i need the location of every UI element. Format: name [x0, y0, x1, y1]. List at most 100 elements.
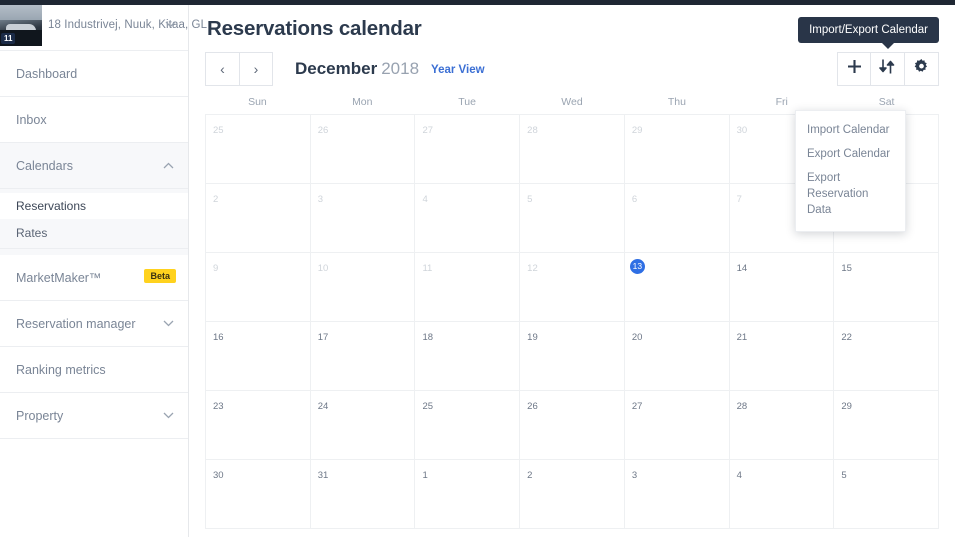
- sidebar-item-calendars[interactable]: Calendars: [0, 143, 188, 189]
- sidebar-item-ranking-metrics[interactable]: Ranking metrics: [0, 347, 188, 393]
- sidebar-item-reservation-manager[interactable]: Reservation manager: [0, 301, 188, 347]
- calendar-day-number: 25: [422, 401, 434, 412]
- calendar-settings-button[interactable]: [905, 52, 939, 86]
- import-export-calendar-button[interactable]: [871, 52, 905, 86]
- calendar-day-cell[interactable]: 1: [415, 460, 521, 529]
- chevron-down-icon: [165, 21, 176, 28]
- calendar-day-number: 11: [422, 263, 433, 274]
- calendar-day-cell[interactable]: 12: [520, 253, 625, 322]
- calendar-action-group: [837, 52, 939, 86]
- sidebar-item-rates[interactable]: Rates: [0, 219, 188, 249]
- sidebar-item-dashboard[interactable]: Dashboard: [0, 51, 188, 97]
- calendar-day-cell[interactable]: 27: [415, 115, 521, 184]
- calendar-day-cell[interactable]: 5: [834, 460, 940, 529]
- menu-item-export-reservation-data[interactable]: Export Reservation Data: [796, 166, 905, 222]
- calendar-day-number: 20: [631, 332, 643, 343]
- gear-icon: [914, 59, 929, 79]
- weekday-label: Thu: [667, 96, 686, 108]
- calendar-day-cell[interactable]: 25: [415, 391, 521, 460]
- calendar-day-cell[interactable]: 29: [834, 391, 940, 460]
- next-month-button[interactable]: ›: [239, 52, 273, 86]
- calendar-day-cell[interactable]: 11: [415, 253, 521, 322]
- calendar-day-number: 27: [422, 125, 434, 136]
- month-name: December: [295, 59, 378, 78]
- calendar-day-number: 5: [527, 194, 533, 205]
- calendar-day-number: 28: [736, 401, 748, 412]
- sidebar-item-property[interactable]: Property: [0, 393, 188, 439]
- calendar-day-cell[interactable]: 13: [624, 253, 730, 322]
- import-export-arrows-icon: [879, 59, 896, 79]
- calendar-day-number: 25: [213, 125, 224, 136]
- calendar-day-cell[interactable]: 19: [520, 322, 625, 391]
- calendar-day-cell[interactable]: 2: [520, 460, 625, 529]
- calendar-day-cell[interactable]: 28: [729, 391, 835, 460]
- calendar-day-cell[interactable]: 25: [206, 115, 311, 184]
- chevron-up-icon: [163, 162, 174, 169]
- calendar-day-number: 23: [213, 401, 224, 412]
- calendar-day-number: 30: [736, 125, 748, 136]
- sidebar-item-label: Reservation manager: [16, 316, 136, 331]
- calendar-day-cell[interactable]: 23: [206, 391, 311, 460]
- calendar-day-cell[interactable]: 24: [310, 391, 416, 460]
- calendar-day-cell[interactable]: 28: [520, 115, 625, 184]
- chevron-down-icon: [163, 320, 174, 327]
- prev-month-button[interactable]: ‹: [205, 52, 239, 86]
- calendar-day-cell[interactable]: 9: [206, 253, 311, 322]
- calendar-day-cell[interactable]: 3: [624, 460, 730, 529]
- calendar-day-cell[interactable]: 29: [624, 115, 730, 184]
- main-content: Reservations calendar ‹ › December 2018 Y…: [189, 0, 955, 537]
- calendar-day-number: 4: [736, 470, 742, 481]
- calendar-day-cell[interactable]: 10: [310, 253, 416, 322]
- calendar-day-cell[interactable]: 21: [729, 322, 835, 391]
- chevron-down-icon: [163, 412, 174, 419]
- calendar-day-cell[interactable]: 4: [729, 460, 835, 529]
- calendar-day-number: 21: [736, 332, 748, 343]
- calendar-day-number: 1: [422, 470, 428, 481]
- calendar-day-cell[interactable]: 22: [834, 322, 940, 391]
- calendar-day-cell[interactable]: 26: [520, 391, 625, 460]
- calendar-day-cell[interactable]: 6: [624, 184, 730, 253]
- calendar-day-cell[interactable]: 4: [415, 184, 521, 253]
- sidebar-item-label: Reservations: [16, 199, 87, 213]
- import-export-tooltip: Import/Export Calendar: [798, 17, 939, 49]
- sidebar-item-label: MarketMaker™: [16, 270, 102, 285]
- calendar-day-number: 30: [213, 470, 224, 481]
- calendar-day-number: 22: [841, 332, 852, 343]
- sidebar-item-inbox[interactable]: Inbox: [0, 97, 188, 143]
- calendar-day-number: 27: [631, 401, 643, 412]
- calendar-day-number: 31: [317, 470, 329, 481]
- calendar-day-cell[interactable]: 14: [729, 253, 835, 322]
- calendar-day-cell[interactable]: 17: [310, 322, 416, 391]
- calendar-day-number: 3: [631, 470, 638, 481]
- calendar-day-cell[interactable]: 16: [206, 322, 311, 391]
- calendar-day-cell[interactable]: 26: [310, 115, 416, 184]
- calendar-week-row: 9 10 11 12 13 14 15: [206, 253, 940, 322]
- calendar-day-number: 16: [213, 332, 224, 343]
- property-name: 18 Industrivej, Nuuk, Kitaa, GL: [48, 19, 208, 31]
- import-export-dropdown-menu: Import Calendar Export Calendar Export R…: [795, 110, 906, 232]
- calendar-day-cell[interactable]: 3: [310, 184, 416, 253]
- menu-item-import-calendar[interactable]: Import Calendar: [796, 118, 905, 142]
- sidebar-item-label: Inbox: [16, 112, 47, 127]
- calendar-day-number: 3: [317, 194, 324, 205]
- add-reservation-button[interactable]: [837, 52, 871, 86]
- calendar-day-cell[interactable]: 30: [206, 460, 311, 529]
- sidebar-item-reservations[interactable]: Reservations: [0, 193, 188, 219]
- property-photo-count-badge: 11: [1, 33, 16, 44]
- sidebar-item-marketmaker[interactable]: MarketMaker™ Beta: [0, 255, 188, 301]
- calendar-day-cell[interactable]: 5: [520, 184, 625, 253]
- tooltip-text: Import/Export Calendar: [809, 24, 928, 36]
- calendar-day-cell[interactable]: 20: [624, 322, 730, 391]
- calendar-day-cell[interactable]: 18: [415, 322, 521, 391]
- calendar-day-number: 28: [527, 125, 538, 136]
- calendar-day-cell[interactable]: 31: [310, 460, 416, 529]
- year-view-link[interactable]: Year View: [431, 64, 485, 76]
- menu-item-export-calendar[interactable]: Export Calendar: [796, 142, 905, 166]
- calendar-day-number: 4: [422, 194, 428, 205]
- calendar-day-cell[interactable]: 27: [624, 391, 730, 460]
- calendar-day-cell[interactable]: 15: [834, 253, 940, 322]
- calendar-day-number: 10: [317, 263, 329, 274]
- property-selector[interactable]: 11 18 Industrivej, Nuuk, Kitaa, GL: [0, 0, 207, 51]
- calendar-day-number: 26: [527, 401, 538, 412]
- calendar-day-cell[interactable]: 2: [206, 184, 311, 253]
